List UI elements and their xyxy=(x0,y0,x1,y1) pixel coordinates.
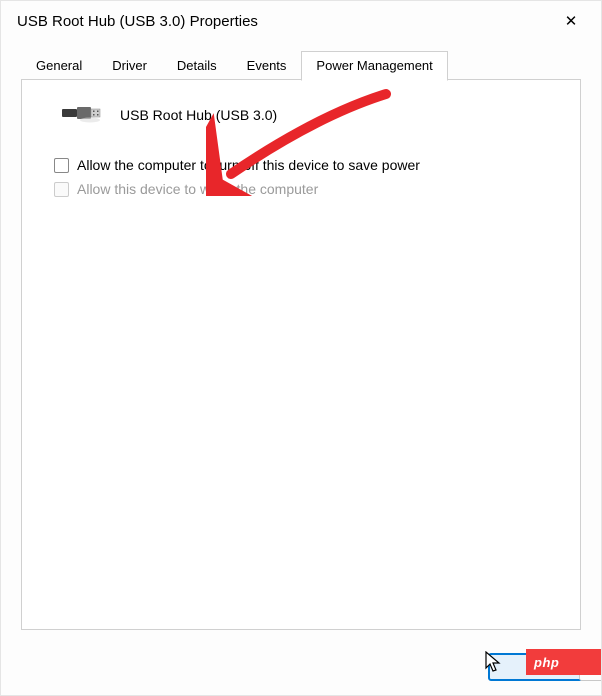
usb-plug-icon xyxy=(62,102,102,127)
checkbox-wake-label: Allow this device to wake the computer xyxy=(77,181,318,197)
titlebar: USB Root Hub (USB 3.0) Properties ✕ xyxy=(1,1,601,41)
device-name: USB Root Hub (USB 3.0) xyxy=(120,107,277,123)
tab-details[interactable]: Details xyxy=(162,51,232,80)
tab-power-management[interactable]: Power Management xyxy=(301,51,447,81)
device-header: USB Root Hub (USB 3.0) xyxy=(62,102,550,127)
properties-window: USB Root Hub (USB 3.0) Properties ✕ Gene… xyxy=(0,0,602,696)
tab-events[interactable]: Events xyxy=(232,51,302,80)
close-icon: ✕ xyxy=(565,12,578,30)
tab-general[interactable]: General xyxy=(21,51,97,80)
window-title: USB Root Hub (USB 3.0) Properties xyxy=(17,13,258,30)
checkbox-wake xyxy=(54,182,69,197)
checkbox-turn-off-label: Allow the computer to turn off this devi… xyxy=(77,157,420,173)
tab-driver[interactable]: Driver xyxy=(97,51,162,80)
close-button[interactable]: ✕ xyxy=(551,5,591,37)
checkbox-row-turn-off[interactable]: Allow the computer to turn off this devi… xyxy=(54,157,550,173)
checkbox-turn-off[interactable] xyxy=(54,158,69,173)
tabs-bar: General Driver Details Events Power Mana… xyxy=(1,41,601,80)
checkbox-row-wake: Allow this device to wake the computer xyxy=(54,181,550,197)
php-watermark-badge: php xyxy=(526,649,601,675)
tab-panel-power-management: USB Root Hub (USB 3.0) Allow the compute… xyxy=(21,80,581,630)
